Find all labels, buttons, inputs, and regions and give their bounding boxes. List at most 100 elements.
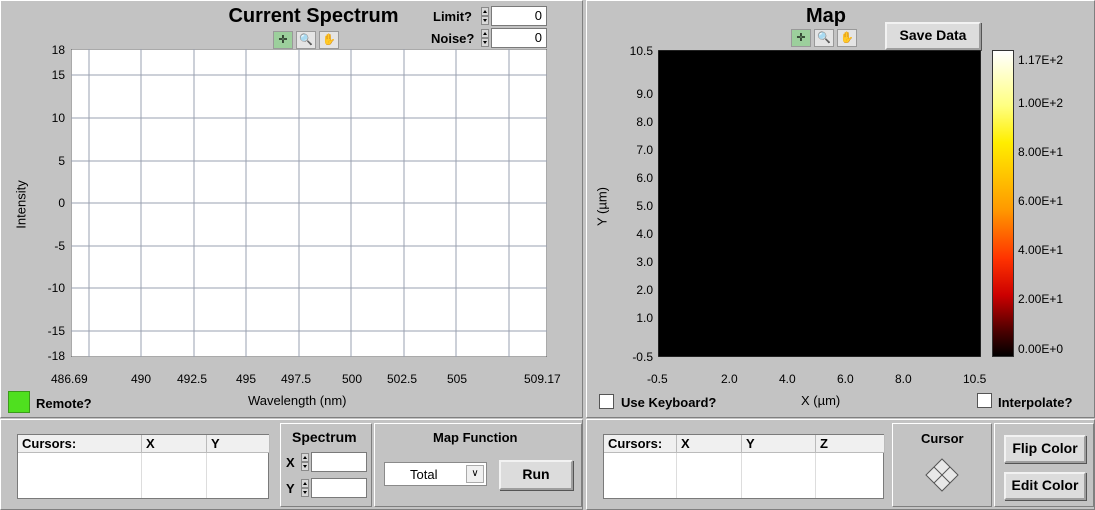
table-column — [18, 453, 142, 498]
cursors-header: Cursors: — [604, 435, 677, 453]
colorbar-tick: 8.00E+1 — [1018, 145, 1064, 159]
map-ytick: 7.0 — [636, 143, 653, 157]
colorbar-tick: 0.00E+0 — [1018, 342, 1064, 356]
x-header: X — [142, 435, 207, 453]
map-xlabel: X (µm) — [801, 393, 841, 408]
spectrum-ytick: 15 — [51, 68, 65, 82]
spectrum-ytick: -18 — [47, 349, 65, 363]
y-header: Y — [742, 435, 816, 453]
spectrum-xtick: 490 — [131, 372, 152, 386]
remote-led[interactable] — [8, 391, 30, 413]
map-panel: Map ✛ 🔍 ✋ Save Data Y (µm) 10.5 9.0 8.0 … — [586, 0, 1095, 418]
colorbar-tick: 1.17E+2 — [1018, 53, 1064, 67]
colorbar-tick: 2.00E+1 — [1018, 292, 1064, 306]
spectrum-x-label: X — [286, 455, 295, 470]
interpolate-checkbox[interactable] — [977, 393, 992, 408]
map-ytick: -0.5 — [632, 350, 653, 364]
spectrum-xtick: 509.17 — [524, 372, 561, 386]
map-ytick: 5.0 — [636, 199, 653, 213]
bottom-left-panel: Cursors: X Y Spectrum X Y Map Function T… — [0, 419, 583, 510]
map-ylabel: Y (µm) — [594, 186, 610, 227]
map-ytick: 9.0 — [636, 87, 653, 101]
spectrum-xtick: 486.69 — [51, 372, 88, 386]
cursor-move-diamond-icon[interactable] — [925, 458, 959, 492]
map-function-label: Map Function — [433, 430, 518, 445]
cursor-label: Cursor — [921, 431, 964, 446]
remote-label: Remote? — [36, 396, 92, 411]
spectrum-ytick: 5 — [58, 154, 65, 168]
spectrum-ytick: -10 — [47, 281, 65, 295]
map-cursors-table[interactable]: Cursors: X Y Z — [603, 434, 885, 499]
spectrum-cursors-table[interactable]: Cursors: X Y — [17, 434, 270, 499]
spectrum-x-input[interactable] — [311, 452, 367, 472]
spectrum-ytick: 10 — [51, 111, 65, 125]
spectrum-ytick: 18 — [51, 43, 65, 57]
spectrum-xtick: 502.5 — [387, 372, 418, 386]
spectrum-ytick: -5 — [54, 239, 65, 253]
spectrum-xtick: 495 — [236, 372, 257, 386]
map-ytick: 2.0 — [636, 283, 653, 297]
spectrum-xtick: 500 — [342, 372, 363, 386]
cursor-control-box: Cursor — [892, 423, 992, 507]
zoom-tool-icon[interactable]: 🔍 — [296, 31, 316, 49]
colorbar-tick: 4.00E+1 — [1018, 243, 1064, 257]
spectrum-xtick: 497.5 — [281, 372, 312, 386]
map-xtick: -0.5 — [647, 372, 668, 386]
spectrum-xlabel: Wavelength (nm) — [248, 393, 347, 408]
limit-spinner[interactable] — [481, 7, 489, 25]
map-ytick: 8.0 — [636, 115, 653, 129]
spectrum-y-label: Y — [286, 481, 295, 496]
map-ytick: 1.0 — [636, 311, 653, 325]
save-data-button[interactable]: Save Data — [885, 22, 981, 50]
map-xtick: 6.0 — [837, 372, 854, 386]
dropdown-arrow-icon[interactable]: ∨ — [466, 465, 484, 483]
map-xtick: 8.0 — [895, 372, 912, 386]
use-keyboard-checkbox[interactable] — [599, 394, 614, 409]
spectrum-x-spinner[interactable] — [301, 453, 309, 471]
spectrum-ytick: 0 — [58, 196, 65, 210]
table-column — [677, 453, 742, 498]
map-xtick: 10.5 — [963, 372, 987, 386]
run-button[interactable]: Run — [499, 460, 573, 490]
cursors-header: Cursors: — [18, 435, 142, 453]
use-keyboard-label: Use Keyboard? — [621, 395, 717, 410]
spectrum-graph-palette: ✛ 🔍 ✋ — [273, 31, 339, 49]
bottom-right-panel: Cursors: X Y Z Cursor Flip Color Edit Co… — [586, 419, 1095, 510]
colorbar[interactable] — [992, 50, 1014, 357]
pan-hand-icon[interactable]: ✋ — [319, 31, 339, 49]
spectrum-y-spinner[interactable] — [301, 479, 309, 497]
pan-hand-icon[interactable]: ✋ — [837, 29, 857, 47]
map-ytick: 3.0 — [636, 255, 653, 269]
spectrum-plot-area[interactable] — [71, 49, 547, 357]
map-function-box: Map Function Total ∨ Run — [374, 423, 582, 507]
zoom-tool-icon[interactable]: 🔍 — [814, 29, 834, 47]
spectrum-coord-box: Spectrum X Y — [280, 423, 372, 507]
flip-color-button[interactable]: Flip Color — [1004, 435, 1086, 463]
map-xtick: 2.0 — [721, 372, 738, 386]
spectrum-y-input[interactable] — [311, 478, 367, 498]
table-column — [742, 453, 816, 498]
color-control-box: Flip Color Edit Color — [994, 423, 1094, 507]
crosshair-tool-icon[interactable]: ✛ — [273, 31, 293, 49]
limit-label: Limit? — [433, 9, 472, 24]
map-intensity-image[interactable] — [658, 50, 981, 357]
crosshair-tool-icon[interactable]: ✛ — [791, 29, 811, 47]
map-function-select[interactable]: Total ∨ — [384, 462, 487, 486]
table-column — [604, 453, 677, 498]
limit-input[interactable]: 0 — [491, 6, 547, 26]
colorbar-tick: 6.00E+1 — [1018, 194, 1064, 208]
map-title: Map — [806, 5, 846, 27]
spectrum-xtick: 492.5 — [177, 372, 208, 386]
table-column — [142, 453, 207, 498]
map-ytick: 10.5 — [629, 44, 653, 58]
map-xtick: 4.0 — [779, 372, 796, 386]
spectrum-xtick: 505 — [447, 372, 468, 386]
noise-input[interactable]: 0 — [491, 28, 547, 48]
spectrum-label: Spectrum — [292, 429, 357, 445]
noise-label: Noise? — [431, 31, 475, 46]
x-header: X — [677, 435, 742, 453]
map-graph-palette: ✛ 🔍 ✋ — [791, 29, 857, 47]
edit-color-button[interactable]: Edit Color — [1004, 472, 1086, 500]
spectrum-ylabel: Intensity — [13, 180, 29, 229]
noise-spinner[interactable] — [481, 29, 489, 47]
